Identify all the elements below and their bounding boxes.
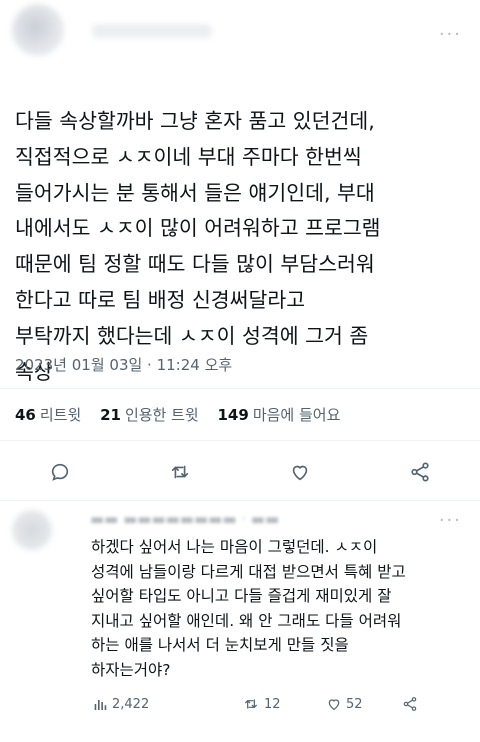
tweet-line: 들어가시는 분 통해서 들은 얘기인데, 부대 [15,180,375,205]
tweet-line: 직접적으로 ㅅㅈ이네 부대 주마다 한번씩 [15,144,362,169]
tweet-line: 다들 속상할까바 그냥 혼자 품고 있던건데, [15,109,375,133]
reply-line: 싶어할 타입도 아니고 다들 즐겁게 재미있게 잘 [91,587,392,605]
tweet-text: 다들 속상할까바 그냥 혼자 품고 있던건데, 직접적으로 ㅅㅈ이네 부대 주마… [15,104,470,390]
tweet-line: 내에서도 ㅅㅈ이 많이 어려워하고 프로그램 [15,216,381,241]
reply-retweet-count: 12 [264,696,281,712]
like-button[interactable] [280,452,320,492]
tweet-timestamp[interactable]: 2023년 01월 03일 · 11:24 오후 [15,354,232,375]
share-icon [411,462,429,482]
more-options-icon[interactable]: ··· [439,24,462,45]
retweets-count: 46 [15,406,36,424]
author-name-blurred[interactable] [92,24,212,38]
tweet-action-bar [0,452,480,492]
reply-action-bar: 2,422 12 52 [80,690,480,718]
reply-author-avatar[interactable] [12,510,52,550]
share-icon [403,697,417,711]
reply-more-options-icon[interactable]: ··· [439,510,462,531]
reply-views-button[interactable]: 2,422 [92,690,149,718]
retweet-icon [245,699,257,709]
reply-button[interactable] [40,452,80,492]
reply-views-count: 2,422 [112,696,150,712]
reply-text: 하겠다 싶어서 나는 마음이 그렇던데. ㅅㅈ이 성격에 남들이랑 다르게 대접… [91,535,476,682]
reply-like-count: 52 [346,696,363,712]
reply-line: 지내고 싶어할 애인데. 왜 안 그래도 다들 어려워 [91,611,402,630]
retweet-icon [171,465,189,479]
share-button[interactable] [400,452,440,492]
likes-label: 마음에 들어요 [252,406,341,424]
retweets-label: 리트윗 [39,406,82,424]
divider [0,500,480,501]
like-icon [328,699,340,711]
views-icon [94,700,107,710]
divider [0,388,480,389]
reply-line: 하는 애를 나서서 더 눈치보게 만들 짓을 [91,636,349,654]
retweet-button[interactable] [160,452,200,492]
tweet-line: 부탁까지 했다는데 ㅅㅈ이 성격에 그거 좀 [15,323,369,348]
reply-line: 하자는거야? [91,660,171,679]
reply-retweet-button[interactable]: 12 [242,690,281,718]
reply-like-button[interactable]: 52 [326,690,363,718]
reply-line: 성격에 남들이랑 다르게 대접 받으면서 특혜 받고 [91,562,406,581]
author-avatar[interactable] [12,4,64,56]
tweet-line: 때문에 팀 정할 때도 다들 많이 부담스러워 [15,252,375,277]
tweet-stats: 46 리트윗 21 인용한 트윗 149 마음에 들어요 [15,404,354,425]
reply-author-blurred[interactable]: ▬▬ ▬▬▬▬▬▬▬▬ · ▬▬ [90,510,279,528]
likes-count: 149 [217,406,249,424]
quotes-stat[interactable]: 21 인용한 트윗 [100,406,199,424]
reply-icon [51,463,69,481]
quotes-count: 21 [100,406,121,424]
like-icon [292,465,308,481]
reply-share-button[interactable] [402,690,418,718]
tweet-line: 한다고 따로 팀 배정 신경써달라고 [15,287,306,312]
retweets-stat[interactable]: 46 리트윗 [15,406,81,424]
reply-line: 하겠다 싶어서 나는 마음이 그렇던데. ㅅㅈ이 [91,538,378,556]
quotes-label: 인용한 트윗 [124,406,199,424]
divider [0,440,480,441]
likes-stat[interactable]: 149 마음에 들어요 [218,406,341,424]
